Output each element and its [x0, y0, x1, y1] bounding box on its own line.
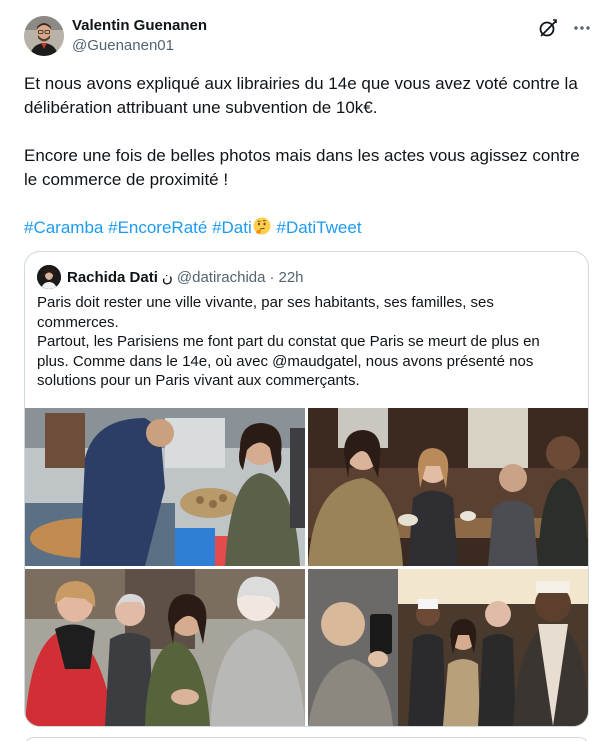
quoted-author-handle[interactable]: @datirachida: [177, 269, 266, 286]
tweet: Valentin Guenanen @Guenanen01 Et nous av…: [0, 0, 614, 741]
hashtag-dati[interactable]: #Dati: [212, 218, 252, 237]
quoted-text-line: plus. Comme dans le 14e, où avec @maudga…: [37, 352, 534, 370]
hashtag-line: #Caramba #EncoreRaté #Dati #DatiTweet: [24, 216, 594, 240]
quoted-tweet[interactable]: Rachida Dati ن @datirachida · 22h Paris …: [24, 251, 589, 727]
hashtag-caramba[interactable]: #Caramba: [24, 218, 103, 237]
tweet-paragraph-1: Et nous avons expliqué aux librairies du…: [24, 74, 578, 117]
quoted-tweet-text: Paris doit rester une ville vivante, par…: [37, 293, 577, 391]
hashtag-encorerate[interactable]: #EncoreRaté: [108, 218, 207, 237]
quoted-text-line: Partout, les Parisiens me font part du c…: [37, 333, 540, 350]
quoted-author-name[interactable]: Rachida Dati: [67, 269, 158, 286]
next-item-edge: [24, 737, 589, 741]
quoted-text-line: Paris doit rester une ville vivante, par…: [37, 294, 494, 311]
author-handle[interactable]: @Guenanen01: [72, 36, 207, 56]
media-grid: [25, 408, 588, 726]
author-block: Valentin Guenanen @Guenanen01: [72, 16, 207, 56]
cafe-meeting-photo[interactable]: [308, 408, 588, 566]
market-stall-photo[interactable]: [25, 408, 305, 566]
quoted-author-avatar[interactable]: [37, 265, 61, 289]
separator-dot: ·: [269, 268, 275, 286]
quoted-text-line: solutions pour un Paris vivant aux comme…: [37, 372, 360, 389]
street-greeting-photo[interactable]: [25, 569, 305, 726]
hashtag-datitweet[interactable]: #DatiTweet: [277, 218, 362, 237]
top-actions: [538, 18, 592, 38]
quoted-tweet-header: Rachida Dati ن @datirachida · 22h: [37, 265, 304, 289]
selfie-group-photo[interactable]: [308, 569, 588, 726]
thinking-face-emoji-icon: [252, 216, 272, 236]
grok-icon[interactable]: [538, 18, 558, 38]
author-name[interactable]: Valentin Guenanen: [72, 16, 207, 36]
person-avatar-icon: [24, 16, 64, 56]
tweet-text: Et nous avons expliqué aux librairies du…: [24, 72, 594, 240]
quoted-text-line: commerces.: [37, 313, 119, 331]
author-avatar[interactable]: [24, 16, 64, 56]
quoted-timestamp[interactable]: 22h: [278, 269, 303, 286]
tweet-paragraph-2: Encore une fois de belles photos mais da…: [24, 146, 580, 189]
more-horizontal-icon[interactable]: [572, 18, 592, 38]
affiliation-badge: ن: [161, 269, 173, 286]
